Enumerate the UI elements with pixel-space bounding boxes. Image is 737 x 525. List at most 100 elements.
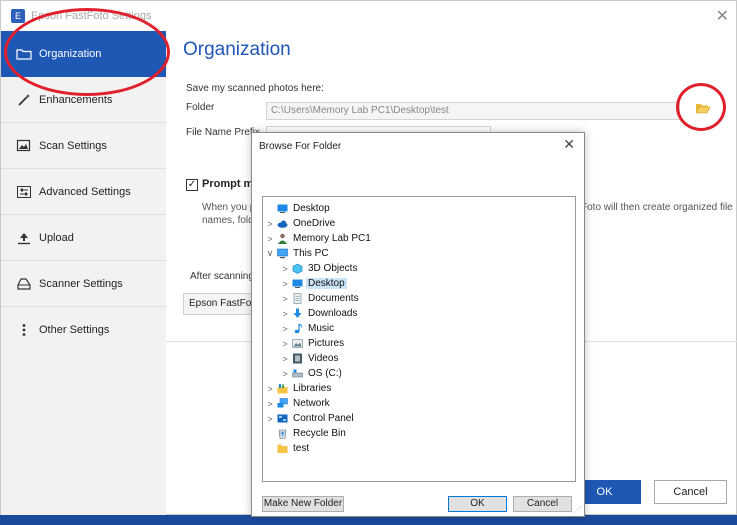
sidebar-item-label: Advanced Settings — [39, 185, 131, 198]
dialog-close-button[interactable]: ✕ — [563, 136, 575, 153]
sidebar-item-other-settings[interactable]: Other Settings — [1, 307, 166, 353]
user-icon — [277, 233, 288, 244]
download-icon — [292, 308, 303, 319]
save-heading: Save my scanned photos here: — [186, 83, 324, 94]
tree-arrow[interactable]: > — [280, 294, 290, 304]
tree-item-downloads[interactable]: > Downloads — [280, 306, 359, 321]
upload-icon — [15, 230, 33, 246]
tree-item-pictures[interactable]: > Pictures — [280, 336, 346, 351]
folder-icon — [277, 443, 288, 454]
tree-item-recycle-bin[interactable]: Recycle Bin — [265, 426, 348, 441]
red-annotation-circle-browse — [676, 83, 726, 131]
sliders-icon — [15, 184, 33, 200]
scan-icon — [15, 138, 33, 154]
page-title: Organization — [183, 39, 291, 60]
tree-arrow[interactable]: ∨ — [265, 248, 275, 259]
cancel-button[interactable]: Cancel — [654, 480, 727, 504]
tree-label: This PC — [293, 248, 329, 259]
prompt-checkbox[interactable]: ✓ — [186, 179, 198, 191]
tree-label: OneDrive — [293, 218, 336, 229]
tree-label: Recycle Bin — [293, 428, 346, 439]
tree-arrow[interactable]: > — [280, 369, 290, 379]
folder-label: Folder — [186, 102, 215, 113]
dialog-title: Browse For Folder — [259, 141, 342, 152]
sidebar-item-upload[interactable]: Upload — [1, 215, 166, 261]
tree-label: Libraries — [293, 383, 332, 394]
browse-for-folder-dialog: Browse For Folder ✕ Desktop > OneDrive >… — [251, 132, 585, 517]
tree-arrow[interactable]: > — [265, 414, 275, 424]
after-scanning-label: After scanning, — [190, 271, 257, 282]
resize-grip[interactable]: ⋰ — [574, 506, 582, 514]
tree-item-network[interactable]: > Network — [265, 396, 332, 411]
tree-arrow[interactable]: > — [280, 324, 290, 334]
red-annotation-circle-organization — [4, 8, 170, 96]
tree-arrow[interactable]: > — [280, 354, 290, 364]
tree-arrow[interactable]: > — [265, 399, 275, 409]
tree-label: Memory Lab PC1 — [293, 233, 371, 244]
tree-item-3d-objects[interactable]: > 3D Objects — [280, 261, 359, 276]
tree-arrow[interactable]: > — [280, 279, 290, 289]
window-close-button[interactable]: ✕ — [716, 6, 729, 26]
tree-arrow[interactable]: > — [280, 339, 290, 349]
sidebar-item-label: Scanner Settings — [39, 277, 123, 290]
control-panel-icon — [277, 413, 288, 424]
computer-icon — [277, 248, 288, 259]
tree-item-onedrive[interactable]: > OneDrive — [265, 216, 337, 231]
tree-label: Desktop — [306, 278, 347, 289]
prefix-label: File Name Prefix — [186, 127, 260, 138]
tree-item-documents[interactable]: > Documents — [280, 291, 361, 306]
tree-arrow[interactable]: > — [280, 309, 290, 319]
tree-arrow[interactable]: > — [265, 219, 275, 229]
folder-path-field[interactable]: C:\Users\Memory Lab PC1\Desktop\test — [266, 102, 680, 120]
dialog-ok-button[interactable]: OK — [448, 496, 507, 512]
epson-app-icon: E — [11, 9, 25, 23]
sidebar-item-label: Scan Settings — [39, 139, 107, 152]
tree-item-libraries[interactable]: > Libraries — [265, 381, 333, 396]
sidebar-item-scan-settings[interactable]: Scan Settings — [1, 123, 166, 169]
dialog-cancel-button[interactable]: Cancel — [513, 496, 572, 512]
tree-item-os-c[interactable]: > OS (C:) — [280, 366, 344, 381]
tree-label: Documents — [308, 293, 359, 304]
tree-label: Music — [308, 323, 335, 334]
tree-label: Pictures — [308, 338, 345, 349]
sidebar-item-advanced-settings[interactable]: Advanced Settings — [1, 169, 166, 215]
tree-arrow[interactable]: > — [280, 264, 290, 274]
tree-label: Control Panel — [293, 413, 354, 424]
tree-label: Desktop — [293, 203, 330, 214]
tree-item-this-pc[interactable]: ∨ This PC — [265, 246, 331, 261]
more-vertical-icon — [15, 322, 33, 338]
description-right: Foto will then create organized file — [581, 202, 733, 213]
tree-label: 3D Objects — [308, 263, 358, 274]
tree-arrow[interactable]: > — [265, 384, 275, 394]
tree-arrow[interactable]: > — [265, 234, 275, 244]
tree-label: Downloads — [308, 308, 358, 319]
tree-item-memory-lab-pc1[interactable]: > Memory Lab PC1 — [265, 231, 373, 246]
cube-icon — [292, 263, 303, 274]
tree-item-videos[interactable]: > Videos — [280, 351, 340, 366]
pictures-icon — [292, 338, 303, 349]
recycle-bin-icon — [277, 428, 288, 439]
tree-item-music[interactable]: > Music — [280, 321, 336, 336]
library-icon — [277, 383, 288, 394]
drive-icon — [292, 368, 303, 379]
sidebar: Organization Enhancements Scan Settings … — [1, 31, 166, 516]
magic-wand-icon — [15, 92, 33, 108]
tree-label: test — [293, 443, 310, 454]
tree-item-test[interactable]: test — [265, 441, 311, 456]
make-new-folder-button[interactable]: Make New Folder — [262, 496, 344, 512]
tree-label: Videos — [308, 353, 339, 364]
tree-label: Network — [293, 398, 330, 409]
folder-tree[interactable]: Desktop > OneDrive > Memory Lab PC1 ∨ Th… — [262, 196, 576, 482]
sidebar-item-label: Upload — [39, 231, 74, 244]
desktop-icon — [292, 278, 303, 289]
tree-label: OS (C:) — [308, 368, 342, 379]
tree-item-control-panel[interactable]: > Control Panel — [265, 411, 356, 426]
sidebar-item-scanner-settings[interactable]: Scanner Settings — [1, 261, 166, 307]
scanner-icon — [15, 276, 33, 292]
sidebar-item-label: Other Settings — [39, 324, 110, 336]
desktop-icon — [277, 203, 288, 214]
cloud-icon — [277, 218, 288, 229]
tree-item-desktop-selected[interactable]: > Desktop — [280, 276, 347, 291]
document-icon — [292, 293, 303, 304]
tree-item-desktop-root[interactable]: Desktop — [265, 201, 332, 216]
